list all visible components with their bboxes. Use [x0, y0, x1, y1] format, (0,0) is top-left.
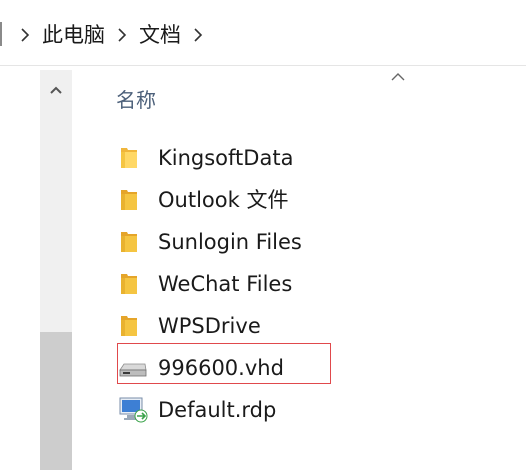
list-item[interactable]: Default.rdp: [112, 389, 526, 431]
chevron-up-icon: [388, 70, 408, 84]
file-name: WeChat Files: [158, 272, 293, 296]
chevron-right-icon[interactable]: [187, 20, 209, 50]
virtual-disk-icon: [118, 347, 154, 389]
address-bar-edge: [0, 22, 2, 46]
scroll-up-arrow-icon[interactable]: [40, 70, 72, 110]
file-name: Sunlogin Files: [158, 230, 302, 254]
folder-icon: [118, 221, 154, 263]
column-header-name[interactable]: 名称: [116, 84, 156, 116]
breadcrumb-item-this-pc[interactable]: 此电脑: [36, 20, 111, 50]
remote-desktop-icon: [118, 389, 154, 431]
scrollbar-thumb[interactable]: [40, 332, 72, 470]
list-item[interactable]: WPSDrive: [112, 305, 526, 347]
breadcrumb-item-documents[interactable]: 文档: [133, 20, 187, 50]
list-item[interactable]: Outlook 文件: [112, 179, 526, 221]
file-name: Default.rdp: [158, 398, 277, 422]
file-explorer-window: 此电脑 文档 名称 KingsoftData Outlook 文件 Sunlog…: [0, 0, 526, 470]
list-item[interactable]: 996600.vhd: [112, 347, 526, 389]
list-item[interactable]: Sunlogin Files: [112, 221, 526, 263]
file-name: Outlook 文件: [158, 188, 289, 212]
folder-icon: [118, 137, 154, 179]
vertical-scrollbar[interactable]: [40, 70, 72, 470]
list-item[interactable]: WeChat Files: [112, 263, 526, 305]
file-name: KingsoftData: [158, 146, 294, 170]
file-name: WPSDrive: [158, 314, 261, 338]
folder-icon: [118, 305, 154, 347]
chevron-right-icon[interactable]: [111, 20, 133, 50]
list-item[interactable]: KingsoftData: [112, 137, 526, 179]
chevron-right-icon[interactable]: [14, 20, 36, 50]
file-list: KingsoftData Outlook 文件 Sunlogin Files W…: [112, 137, 526, 431]
file-name: 996600.vhd: [158, 356, 284, 380]
folder-icon: [118, 179, 154, 221]
breadcrumb: 此电脑 文档: [14, 20, 209, 50]
folder-icon: [118, 263, 154, 305]
address-bar[interactable]: 此电脑 文档: [0, 0, 526, 66]
